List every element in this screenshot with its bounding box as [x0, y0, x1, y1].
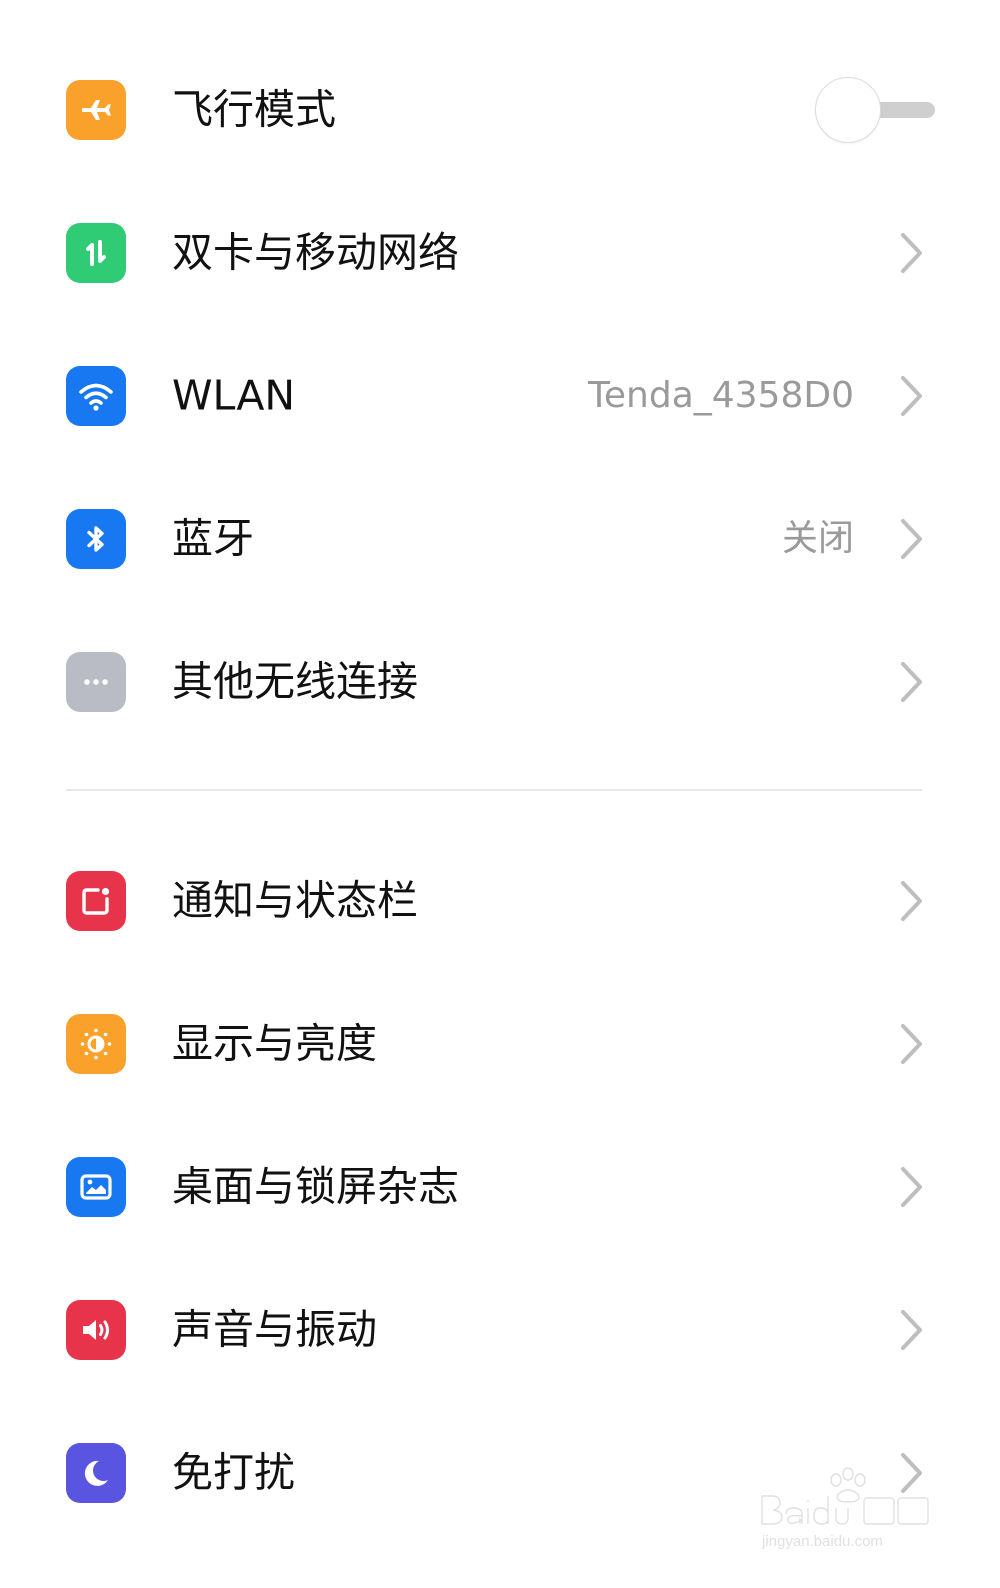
setting-row-dual-sim-network[interactable]: 双卡与移动网络 [0, 181, 1000, 324]
chevron-right-icon [896, 374, 926, 418]
setting-label: 蓝牙 [172, 514, 254, 562]
setting-label: 免打扰 [172, 1448, 295, 1496]
speaker-icon [66, 1299, 126, 1360]
bluetooth-icon [66, 508, 126, 569]
airplane-mode-toggle[interactable] [815, 76, 935, 143]
setting-row-notifications[interactable]: 通知与状态栏 [0, 829, 1000, 972]
setting-label: 显示与亮度 [172, 1019, 377, 1067]
setting-label: 飞行模式 [172, 85, 336, 133]
chevron-right-icon [896, 879, 926, 923]
setting-label: 桌面与锁屏杂志 [172, 1162, 459, 1210]
wifi-icon [66, 365, 126, 426]
chevron-right-icon [896, 517, 926, 561]
baidu-jingyan-watermark: jingyan.baidu.com [756, 1464, 936, 1554]
setting-row-other-wireless[interactable]: 其他无线连接 [0, 610, 1000, 753]
chevron-right-icon [896, 231, 926, 275]
more-dots-icon [66, 651, 126, 712]
setting-label: 其他无线连接 [172, 657, 418, 705]
chevron-right-icon [896, 660, 926, 704]
bluetooth-status: 关闭 [781, 517, 854, 559]
notification-icon [66, 870, 126, 931]
section-divider [66, 789, 922, 791]
brightness-icon [66, 1013, 126, 1074]
wlan-network-name: Tenda_4358D0 [588, 374, 854, 416]
chevron-right-icon [896, 1022, 926, 1066]
watermark-url: jingyan.baidu.com [761, 1533, 883, 1550]
moon-icon [66, 1442, 126, 1503]
setting-row-display-brightness[interactable]: 显示与亮度 [0, 972, 1000, 1115]
setting-row-bluetooth[interactable]: 蓝牙 关闭 [0, 467, 1000, 610]
setting-label: 声音与振动 [172, 1305, 377, 1353]
setting-label: WLAN [172, 371, 296, 419]
chevron-right-icon [896, 1165, 926, 1209]
wallpaper-icon [66, 1156, 126, 1217]
chevron-right-icon [896, 1308, 926, 1352]
airplane-icon [66, 79, 126, 140]
setting-label: 通知与状态栏 [172, 876, 418, 924]
mobile-data-icon [66, 222, 126, 283]
setting-row-sound-vibration[interactable]: 声音与振动 [0, 1258, 1000, 1401]
setting-row-home-lockscreen[interactable]: 桌面与锁屏杂志 [0, 1115, 1000, 1258]
setting-row-wlan[interactable]: WLAN Tenda_4358D0 [0, 324, 1000, 467]
setting-row-airplane-mode[interactable]: 飞行模式 [0, 38, 1000, 181]
setting-label: 双卡与移动网络 [172, 228, 459, 276]
toggle-knob [815, 76, 881, 143]
